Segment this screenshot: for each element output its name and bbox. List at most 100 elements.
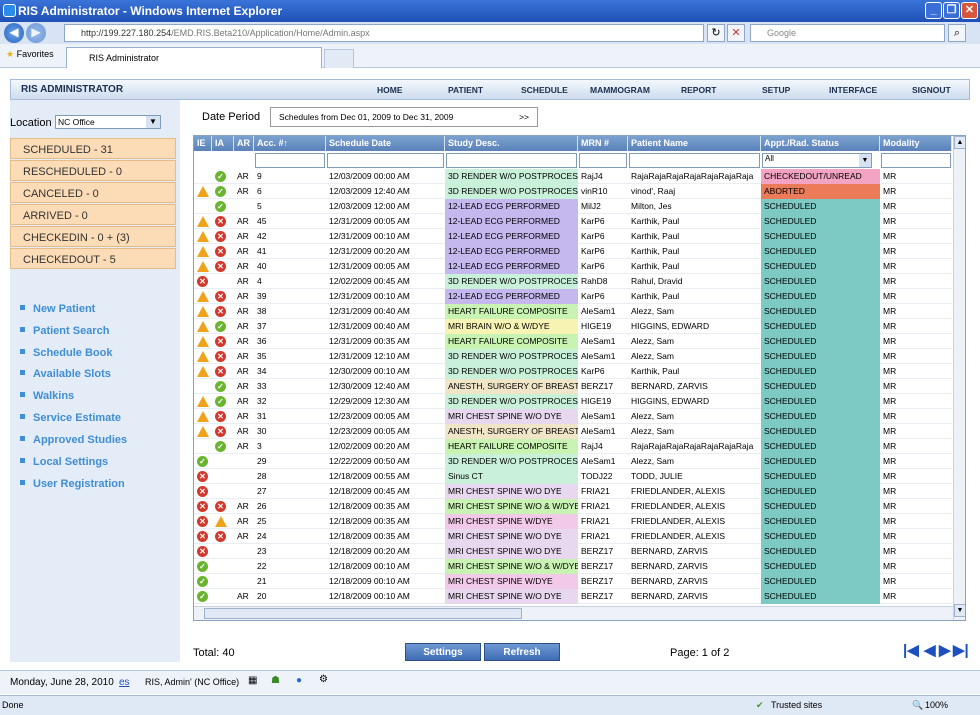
status-checkedin[interactable]: CHECKEDIN - 0 + (3) [10,226,176,247]
table-row[interactable]: ✕ AR 35 12/31/2009 12:10 AM 3D RENDER W/O PO… [194,349,952,364]
table-row[interactable]: ✕ AR 41 12/31/2009 00:20 AM 12-LEAD ECG PERF… [194,244,952,259]
menu-home[interactable]: HOME [377,85,403,95]
language-link[interactable]: es [119,677,130,688]
col-study-desc[interactable]: Study Desc. [445,136,578,151]
table-row[interactable]: ✓ AR 32 12/29/2009 12:30 AM 3D RENDER W/O PO… [194,394,952,409]
status-checkedout[interactable]: CHECKEDOUT - 5 [10,248,176,269]
table-row[interactable]: ✕ AR 34 12/30/2009 00:10 AM 3D RENDER W/O PO… [194,364,952,379]
table-row[interactable]: ✕ AR 39 12/31/2009 00:10 AM 12-LEAD ECG PERF… [194,289,952,304]
status-scheduled[interactable]: SCHEDULED - 31 [10,138,176,159]
filter-date[interactable] [327,153,444,168]
link-schedule-book[interactable]: Schedule Book [20,347,112,359]
table-row[interactable]: ✕ ✕ AR 24 12/18/2009 00:35 AM MRI CHEST SPINE… [194,529,952,544]
table-row[interactable]: ✕ ✕ AR 26 12/18/2009 00:35 AM MRI CHEST SPINE… [194,499,952,514]
menu-signout[interactable]: SIGNOUT [912,85,951,95]
col-ie[interactable]: IE [194,136,212,151]
forward-button[interactable]: ▶ [26,23,46,43]
prev-page-icon[interactable]: ◀ [924,641,936,659]
maximize-button[interactable]: ❐ [943,2,960,19]
minimize-button[interactable]: _ [925,2,942,19]
scroll-down-icon[interactable]: ▼ [954,604,965,617]
refresh-button[interactable]: Refresh [484,643,560,661]
table-row[interactable]: ✕ AR 42 12/31/2009 00:10 AM 12-LEAD ECG PERF… [194,229,952,244]
status-canceled[interactable]: CANCELED - 0 [10,182,176,203]
favorites-button[interactable]: ★ Favorites [6,49,54,60]
menu-interface[interactable]: INTERFACE [829,85,877,95]
scroll-up-icon[interactable]: ▲ [954,136,965,149]
col-acc[interactable]: Acc. #↑ [254,136,326,151]
table-row[interactable]: ✓ 29 12/22/2009 00:50 AM 3D RENDER W/O POST… [194,454,952,469]
date-period-selector[interactable]: Schedules from Dec 01, 2009 to Dec 31, 2… [270,107,538,127]
table-row[interactable]: ✓ AR 9 12/03/2009 00:00 AM 3D RENDER W/O POS… [194,169,952,184]
col-modality[interactable]: Modality [880,136,952,151]
table-row[interactable]: ✓ 5 12/03/2009 12:00 AM 12-LEAD ECG PERFORM… [194,199,952,214]
status-rescheduled[interactable]: RESCHEDULED - 0 [10,160,176,181]
users-icon[interactable]: ☗ [271,675,280,686]
table-row[interactable]: ✕ AR 38 12/31/2009 00:40 AM HEART FAILURE CO… [194,304,952,319]
vertical-scrollbar[interactable]: ▲ ▼ [953,136,965,620]
table-row[interactable]: ✕ 27 12/18/2009 00:45 AM MRI CHEST SPINE W/… [194,484,952,499]
menu-mammogram[interactable]: MAMMOGRAM [590,85,650,95]
table-row[interactable]: ✕ AR 30 12/23/2009 00:05 AM ANESTH, SURGERY … [194,424,952,439]
close-window-button[interactable]: ✕ [961,2,978,19]
col-ia[interactable]: IA [212,136,234,151]
table-row[interactable]: ✕ AR 45 12/31/2009 00:05 AM 12-LEAD ECG PERF… [194,214,952,229]
link-approved-studies[interactable]: Approved Studies [20,434,127,446]
filter-acc[interactable] [255,153,325,168]
link-service-estimate[interactable]: Service Estimate [20,412,121,424]
menu-patient[interactable]: PATIENT [448,85,483,95]
col-mrn[interactable]: MRN # [578,136,628,151]
menu-report[interactable]: REPORT [681,85,716,95]
link-available-slots[interactable]: Available Slots [20,368,111,380]
chat-icon[interactable]: ● [296,675,302,686]
link-user-registration[interactable]: User Registration [20,478,125,490]
back-button[interactable]: ◀ [4,23,24,43]
first-page-icon[interactable]: |◀ [903,641,919,659]
col-ar[interactable]: AR [234,136,254,151]
calendar-icon[interactable]: ▦ [248,675,257,686]
filter-mrn[interactable] [579,153,627,168]
table-row[interactable]: ✕ 23 12/18/2009 00:20 AM MRI CHEST SPINE W/… [194,544,952,559]
horizontal-scrollbar[interactable] [194,606,953,620]
gear-icon[interactable]: ⚙ [319,674,328,685]
menu-setup[interactable]: SETUP [762,85,790,95]
search-icon[interactable]: ⌕ [948,24,966,42]
table-row[interactable]: ✓ AR 6 12/03/2009 12:40 AM 3D RENDER W/O POS… [194,184,952,199]
table-row[interactable]: ✓ AR 3 12/02/2009 00:20 AM HEART FAILURE COM… [194,439,952,454]
table-row[interactable]: ✓ 22 12/18/2009 00:10 AM MRI CHEST SPINE W/… [194,559,952,574]
col-status[interactable]: Appt./Rad. Status [761,136,880,151]
col-patient-name[interactable]: Patient Name [628,136,761,151]
table-row[interactable]: ✓ AR 20 12/18/2009 00:10 AM MRI CHEST SPINE … [194,589,952,604]
filter-study[interactable] [446,153,577,168]
last-page-icon[interactable]: ▶| [953,641,969,659]
menu-schedule[interactable]: SCHEDULE [521,85,568,95]
horizontal-scroll-thumb[interactable] [204,608,522,619]
browser-tab[interactable]: RIS Administrator [66,47,322,68]
link-new-patient[interactable]: New Patient [20,303,95,315]
search-input[interactable]: Google [750,24,945,42]
table-row[interactable]: ✕ AR 25 12/18/2009 00:35 AM MRI CHEST SPINE … [194,514,952,529]
link-walkins[interactable]: Walkins [20,390,74,402]
link-patient-search[interactable]: Patient Search [20,325,109,337]
new-tab-button[interactable] [324,49,354,68]
next-page-icon[interactable]: ▶ [939,641,951,659]
stop-icon[interactable]: ✕ [727,24,745,42]
col-schedule-date[interactable]: Schedule Date [326,136,445,151]
table-row[interactable]: ✓ AR 33 12/30/2009 12:40 AM ANESTH, SURGERY … [194,379,952,394]
filter-name[interactable] [629,153,760,168]
location-select[interactable]: NC Office ▼ [55,115,161,129]
link-local-settings[interactable]: Local Settings [20,456,108,468]
table-row[interactable]: ✕ 28 12/18/2009 00:55 AM Sinus CT TODJ22 TODD… [194,469,952,484]
filter-status[interactable]: All ▼ [762,153,872,168]
settings-button[interactable]: Settings [405,643,481,661]
table-row[interactable]: ✓ 21 12/18/2009 00:10 AM MRI CHEST SPINE W/… [194,574,952,589]
url-field[interactable]: http://199.227.180.254/EMD.RIS.Beta210/A… [64,24,704,42]
table-row[interactable]: ✕ AR 4 12/02/2009 00:45 AM 3D RENDER W/O POS… [194,274,952,289]
table-row[interactable]: ✕ AR 40 12/31/2009 00:05 AM 12-LEAD ECG PERF… [194,259,952,274]
filter-modality[interactable] [881,153,951,168]
table-row[interactable]: ✓ AR 37 12/31/2009 00:40 AM MRI BRAIN W/O & … [194,319,952,334]
table-row[interactable]: ✕ AR 31 12/23/2009 00:05 AM MRI CHEST SPINE … [194,409,952,424]
status-arrived[interactable]: ARRIVED - 0 [10,204,176,225]
refresh-page-icon[interactable]: ↻ [707,24,725,42]
table-row[interactable]: ✕ AR 36 12/31/2009 00:35 AM HEART FAILURE CO… [194,334,952,349]
